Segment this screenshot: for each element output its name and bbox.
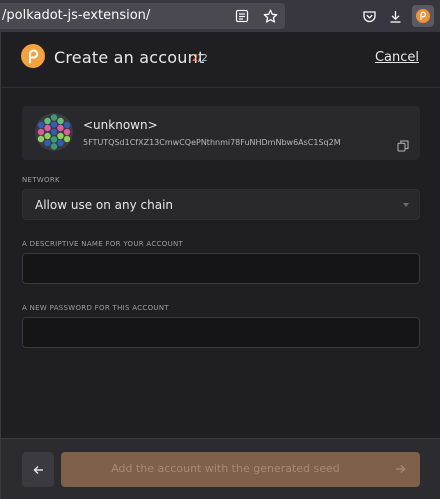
download-icon[interactable]	[386, 7, 404, 25]
account-name-input[interactable]	[22, 253, 420, 284]
cancel-link[interactable]: Cancel	[375, 50, 419, 65]
back-button[interactable]	[22, 452, 54, 487]
polkadot-logo-icon	[21, 44, 45, 68]
network-selected-value: Allow use on any chain	[35, 198, 174, 212]
url-text[interactable]: /polkadot-js-extension/	[2, 8, 150, 23]
reader-view-icon[interactable]	[233, 7, 251, 25]
page-title: Create an account	[54, 48, 205, 67]
extension-popup: Create an account 2 /2 Cancel <unknown> …	[0, 32, 440, 499]
url-bar[interactable]: /polkadot-js-extension/	[0, 3, 285, 29]
pocket-icon[interactable]	[360, 7, 378, 25]
account-card: <unknown> 5FTUTQSd1CfXZ13CmwCQePNthnmi78…	[22, 106, 420, 160]
account-name: <unknown>	[83, 118, 158, 132]
popup-footer: Add the account with the generated seed	[1, 438, 440, 499]
identicon-icon[interactable]	[35, 113, 73, 151]
step-total: /2	[198, 53, 208, 64]
add-account-button-label: Add the account with the generated seed	[111, 462, 340, 475]
arrow-right-icon	[396, 465, 406, 473]
copy-icon[interactable]	[397, 137, 409, 152]
password-label: A NEW PASSWORD FOR THIS ACCOUNT	[22, 304, 169, 312]
account-address: 5FTUTQSd1CfXZ13CmwCQePNthnmi78FuNHDmNbw6…	[83, 138, 341, 147]
chevron-down-icon	[403, 203, 409, 207]
polkadot-extension-icon[interactable]	[412, 5, 434, 27]
browser-toolbar: /polkadot-js-extension/	[0, 0, 440, 32]
network-label: NETWORK	[22, 176, 60, 184]
password-input[interactable]	[22, 317, 420, 348]
bookmark-star-icon[interactable]	[261, 7, 279, 25]
network-select[interactable]: Allow use on any chain	[22, 189, 420, 220]
add-account-button[interactable]: Add the account with the generated seed	[61, 452, 420, 487]
account-name-label: A DESCRIPTIVE NAME FOR YOUR ACCOUNT	[22, 240, 184, 248]
arrow-left-icon	[33, 465, 43, 474]
popup-header: Create an account 2 /2 Cancel	[1, 32, 440, 88]
